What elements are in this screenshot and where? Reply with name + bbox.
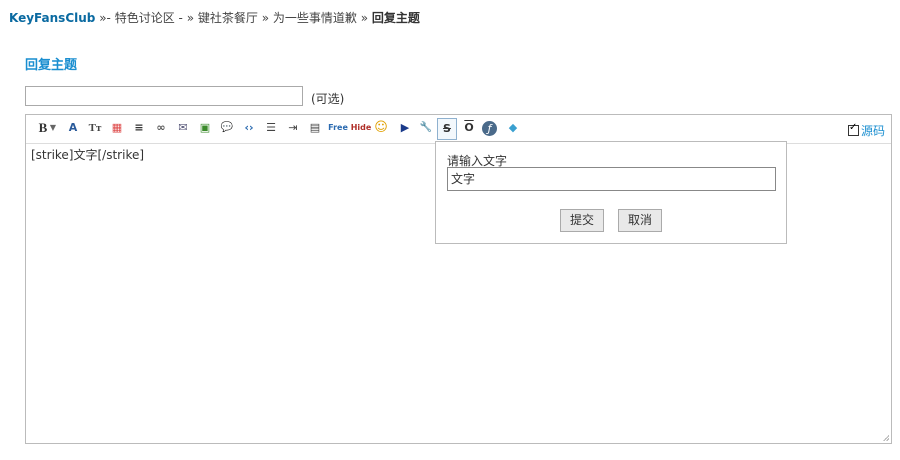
- indent-icon[interactable]: ⇥: [284, 119, 302, 137]
- hide-icon[interactable]: Hide: [350, 119, 372, 137]
- popup-text-input[interactable]: 文字: [447, 167, 776, 191]
- color-grid-icon[interactable]: ▦: [108, 119, 126, 137]
- subject-input[interactable]: [25, 86, 303, 106]
- breadcrumb-separator: »-: [99, 11, 111, 25]
- ordered-list-icon[interactable]: ☰: [262, 119, 280, 137]
- breadcrumb-site-link[interactable]: KeyFansClub: [9, 11, 95, 25]
- flash-icon[interactable]: ƒ: [482, 121, 497, 136]
- breadcrumb-current: 回复主题: [371, 11, 420, 25]
- subject-optional-label: (可选): [311, 92, 345, 106]
- editor-content[interactable]: [strike]文字[/strike]: [31, 146, 144, 163]
- page-title: 回复主题: [25, 58, 78, 73]
- breadcrumb-forum-link[interactable]: 特色讨论区 -: [115, 11, 183, 25]
- breadcrumb-board-link[interactable]: 键社茶餐厅: [198, 11, 258, 25]
- submit-button[interactable]: 提交: [560, 209, 604, 232]
- source-label: 源码: [860, 124, 885, 138]
- link-icon[interactable]: ∞: [152, 119, 170, 137]
- chevron-down-icon[interactable]: ▼: [48, 119, 58, 137]
- breadcrumb-thread-link[interactable]: 为一些事情道歉: [273, 11, 357, 25]
- quote-icon[interactable]: 💬: [218, 119, 236, 137]
- smiley-icon[interactable]: ☺: [372, 119, 390, 137]
- table-icon[interactable]: ▤: [306, 119, 324, 137]
- font-color-icon[interactable]: A: [64, 119, 82, 137]
- breadcrumb-separator: »: [360, 11, 369, 25]
- resize-grip-icon[interactable]: [883, 435, 889, 441]
- breadcrumb: KeyFansClub »- 特色讨论区 - » 键社茶餐厅 » 为一些事情道歉…: [9, 9, 420, 26]
- source-checkbox[interactable]: [847, 122, 859, 136]
- editor-toolbar: B ▼ A Tт ▦ ≡ ∞ ✉ ▣ 💬 ‹› ☰ ⇥ ▤ Free Hide …: [26, 115, 891, 144]
- breadcrumb-separator: »: [261, 11, 270, 25]
- media-icon[interactable]: ▶: [396, 119, 414, 137]
- strike-text-popup: 请输入文字 文字 提交 取消: [435, 141, 787, 244]
- tools-icon[interactable]: 🔧: [417, 119, 435, 137]
- source-toggle[interactable]: 源码: [847, 122, 885, 139]
- strikethrough-icon[interactable]: S: [437, 118, 457, 140]
- code-icon[interactable]: ‹›: [240, 119, 258, 137]
- font-size-icon[interactable]: Tт: [86, 119, 104, 137]
- image-icon[interactable]: ▣: [196, 119, 214, 137]
- gem-icon[interactable]: ◆: [504, 119, 522, 137]
- breadcrumb-separator: »: [186, 11, 195, 25]
- cancel-button[interactable]: 取消: [618, 209, 662, 232]
- free-icon[interactable]: Free: [327, 119, 349, 137]
- overline-icon[interactable]: O: [460, 119, 478, 137]
- email-icon[interactable]: ✉: [174, 119, 192, 137]
- align-icon[interactable]: ≡: [130, 119, 148, 137]
